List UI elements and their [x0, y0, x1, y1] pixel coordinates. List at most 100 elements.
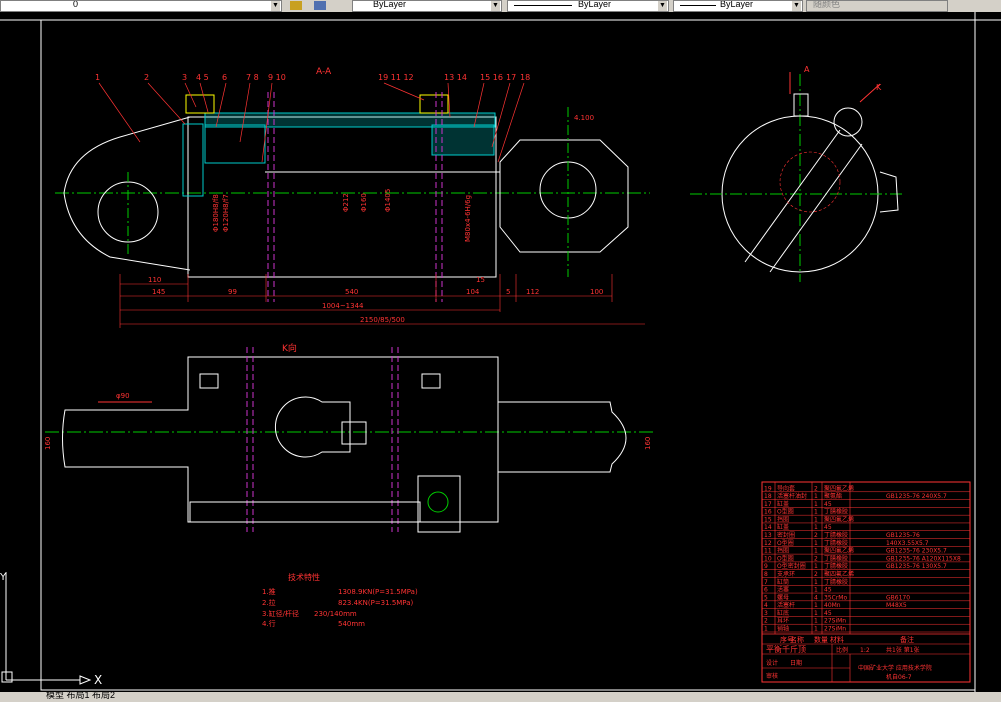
chevron-down-icon[interactable]: ▼	[491, 1, 500, 11]
layer-prev-icon[interactable]	[314, 1, 326, 10]
bom-cell-no: 3	[764, 610, 768, 617]
bottom-cap	[182, 123, 204, 197]
bom-cell-qty: 4	[814, 594, 818, 601]
title-scale-label: 比例	[836, 646, 848, 654]
k-view-valve-block	[417, 475, 461, 533]
end-view-chord1	[744, 129, 841, 263]
bom-cell-no: 6	[764, 587, 768, 594]
bom-cell-material: 丁腈橡胶	[824, 539, 848, 547]
bom-cell-name: 活塞杆	[777, 601, 795, 609]
color-combo-value: ByLayer	[373, 0, 407, 9]
bom-cell-material: 丁腈橡胶	[824, 578, 848, 586]
lineweight-sample	[680, 5, 716, 6]
linetype-combo[interactable]: ByLayer ▼	[507, 0, 669, 12]
bom-cell-material: 27SiMn	[824, 618, 846, 625]
bom-cell-no: 5	[764, 594, 768, 601]
dim-v3: Φ212	[342, 193, 350, 212]
bom-cell-name: 密封圈	[777, 531, 795, 539]
dim-145: 145	[152, 288, 165, 296]
part-label-2: 2	[144, 73, 149, 82]
drawing-canvas[interactable]: A-A 1 2 3 4 5 6 7 8 9 10 19 11 12 13 14 …	[0, 12, 1001, 692]
part-label-78: 7 8	[246, 73, 259, 82]
bom-cell-no: 2	[764, 618, 768, 625]
bom-cell-material: 聚四氟乙烯	[824, 484, 854, 492]
bom-cell-name: 耳环	[777, 618, 789, 625]
bom-cell-no: 10	[764, 555, 772, 562]
part-label-1314: 13 14	[444, 73, 467, 82]
bom-cell-name: 缸盖	[777, 500, 789, 508]
tech-note-3-label: 3.缸径/杆径	[262, 609, 299, 618]
bom-cell-qty: 1	[814, 618, 818, 625]
bom-cell-std: GB1235-76 240X5.7	[886, 493, 947, 500]
bom-header-material: 材料	[830, 635, 844, 644]
title-design-label: 设计	[766, 659, 778, 667]
k-view-u-bolt	[274, 396, 351, 458]
tech-note-3-value: 230/140mm	[314, 610, 357, 618]
dim-100: 100	[590, 288, 603, 296]
k-view-port-left	[199, 373, 219, 389]
end-view-side-port	[879, 171, 899, 213]
chevron-down-icon[interactable]: ▼	[658, 1, 667, 11]
drawing-svg: A-A 1 2 3 4 5 6 7 8 9 10 19 11 12 13 14 …	[0, 12, 1001, 692]
layout-tabs-text[interactable]: 模型 布局1 布局2	[46, 692, 115, 700]
k-view-pipe	[189, 501, 421, 523]
bom-cell-std: 140X3.55X5.7	[886, 540, 929, 547]
bom-cell-std: GB6170	[886, 594, 910, 601]
part-label-3: 3	[182, 73, 187, 82]
gland-hatch	[431, 124, 495, 156]
title-scale-value: 1:2	[860, 647, 870, 654]
dim-112: 112	[526, 288, 539, 296]
drawing-frame	[40, 19, 976, 691]
bom-cell-std: GB1235-76 A120X115X8	[886, 555, 961, 562]
dim-v5: Φ1405	[384, 189, 392, 212]
bom-cell-name: O型密封圈	[777, 562, 806, 570]
bom-cell-name: 挡圈	[777, 547, 789, 555]
bom-cell-material: 45	[824, 524, 832, 531]
plotstyle-combo[interactable]: 随颜色	[806, 0, 948, 12]
end-view-port-k	[833, 107, 863, 137]
layer-icon[interactable]	[290, 1, 302, 10]
dim-1004: 1004~1344	[322, 302, 364, 310]
tech-note-1-value: 1308.9KN(P=31.5MPa)	[338, 588, 418, 596]
title-sheet: 共1张 第1张	[886, 646, 920, 654]
lineweight-combo[interactable]: ByLayer ▼	[673, 0, 803, 12]
dim-v2: Φ120H8/f7	[222, 194, 230, 232]
bom-cell-no: 17	[764, 501, 772, 508]
bom-cell-material: 45	[824, 610, 832, 617]
linetype-sample	[514, 5, 572, 6]
lineweight-combo-value: ByLayer	[720, 0, 754, 9]
bom-cell-material: 45	[824, 587, 832, 594]
layer-combo[interactable]: 0 ▼	[0, 0, 282, 12]
main-section-view	[55, 92, 650, 302]
dim-540: 540	[345, 288, 358, 296]
dim-4100: 4.100	[574, 114, 594, 122]
bom-cell-no: 9	[764, 563, 768, 570]
tech-note-2-value: 823.4KN(P=31.5MPa)	[338, 599, 414, 607]
bom-cell-name: 缸筒	[777, 578, 789, 586]
k-view: K向 φ90 160 160	[44, 342, 655, 533]
bom-cell-material: 27SiMn	[824, 626, 846, 633]
bom-cell-no: 1	[764, 626, 768, 633]
bom-cell-qty: 1	[814, 493, 818, 500]
bom-cell-no: 4	[764, 602, 768, 609]
bom-cell-qty: 1	[814, 587, 818, 594]
k-view-port-right	[421, 373, 441, 389]
title-drawing-name: 平衡千斤顶	[766, 644, 806, 654]
dim-104: 104	[466, 288, 480, 296]
bom-cell-material: 聚氨酯	[824, 492, 842, 500]
bom-cell-no: 15	[764, 516, 772, 523]
bom-cell-qty: 1	[814, 579, 818, 586]
bom-cell-name: 活塞	[777, 586, 789, 594]
chevron-down-icon[interactable]: ▼	[271, 1, 280, 11]
part-label-19: 19 11 12	[378, 73, 414, 82]
chevron-down-icon[interactable]: ▼	[792, 1, 801, 11]
color-combo[interactable]: ByLayer ▼	[352, 0, 502, 12]
bom-cell-std: M48X5	[886, 602, 907, 609]
bom-cell-material: 丁腈橡胶	[824, 562, 848, 570]
dim-99: 99	[228, 288, 237, 296]
title-school: 中国矿业大学 应用技术学院	[858, 664, 932, 672]
bom-cell-no: 16	[764, 509, 772, 516]
k-view-valve-circle	[427, 491, 449, 513]
bom-cell-name: O型圈	[777, 508, 794, 516]
layout-tabs[interactable]: 模型 布局1 布局2	[0, 692, 1001, 702]
